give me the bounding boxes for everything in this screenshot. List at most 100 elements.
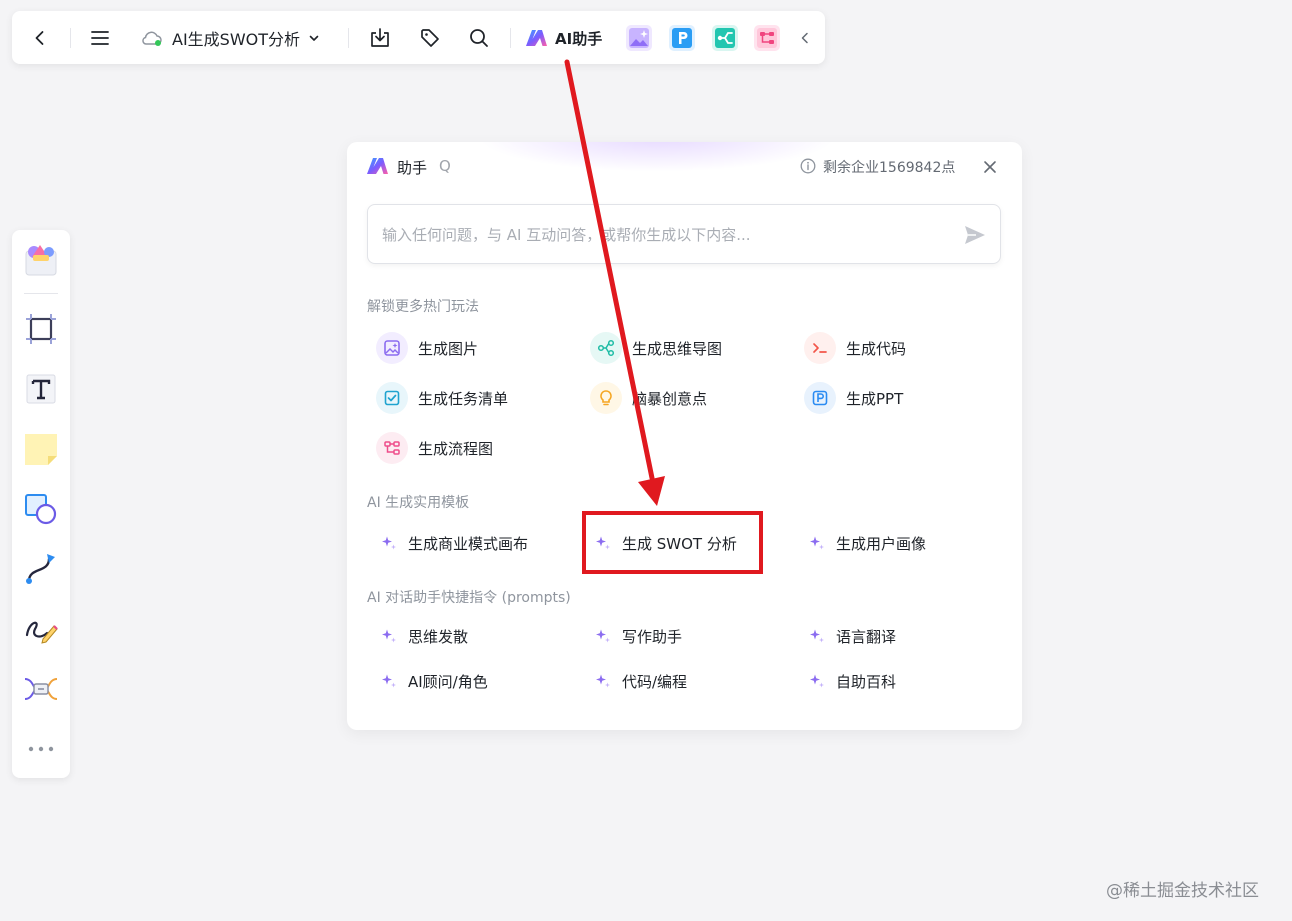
lightbulb-icon: [590, 382, 622, 414]
prompt-label: 代码/编程: [622, 672, 688, 691]
image-app-button[interactable]: [626, 25, 652, 51]
search-button[interactable]: [465, 24, 493, 52]
prompt-ai-advisor[interactable]: AI顾问/角色: [380, 669, 488, 693]
feature-generate-flowchart[interactable]: 生成流程图: [376, 432, 493, 464]
ai-assistant-button[interactable]: AI助手: [525, 24, 602, 52]
header-glow: [477, 142, 837, 172]
section-title-templates: AI 生成实用模板: [367, 495, 470, 511]
tag-icon: [421, 29, 439, 47]
prompt-label: 自助百科: [836, 672, 897, 691]
sparkle-icon: [380, 672, 398, 690]
prompt-label: 写作助手: [622, 627, 683, 646]
feature-label: 生成图片: [418, 339, 479, 358]
panel-title: 助手: [397, 159, 428, 177]
section-title-hot-features: 解锁更多热门玩法: [367, 299, 479, 315]
send-button[interactable]: [962, 222, 988, 248]
template-library-button[interactable]: [22, 240, 60, 278]
sparkle-icon: [594, 534, 612, 552]
sparkle-icon: [594, 627, 612, 645]
mindmap-icon: [590, 332, 622, 364]
download-button[interactable]: [366, 24, 394, 52]
feature-generate-mindmap[interactable]: 生成思维导图: [590, 332, 722, 364]
prompt-encyclopedia[interactable]: 自助百科: [808, 669, 896, 693]
connector-curve-icon: [26, 554, 55, 584]
frame-icon: [26, 314, 56, 344]
sticky-note-icon: [25, 434, 57, 465]
checklist-icon: [376, 382, 408, 414]
top-toolbar: AI生成SWOT分析 AI助手: [12, 11, 825, 64]
chevron-down-icon: [309, 35, 319, 41]
sticky-note-tool-button[interactable]: [22, 430, 60, 468]
divider: [348, 28, 349, 48]
ai-assistant-panel: 助手 Q 剩余企业1569842点 解锁更多热门玩法 生成图片 生成思维导图 生…: [347, 142, 1022, 730]
prompt-writing-assistant[interactable]: 写作助手: [594, 624, 682, 648]
flowchart-app-button[interactable]: [754, 25, 780, 51]
document-title: AI生成SWOT分析: [172, 30, 301, 49]
close-icon: [984, 161, 996, 173]
chevron-left-icon: [35, 31, 44, 45]
feature-brainstorm[interactable]: 脑暴创意点: [590, 382, 707, 414]
feature-generate-image[interactable]: 生成图片: [376, 332, 478, 364]
collapse-apps-button[interactable]: [794, 24, 816, 52]
prompt-divergent-thinking[interactable]: 思维发散: [380, 624, 468, 648]
ppt-app-button[interactable]: [669, 25, 695, 51]
prompt-coding[interactable]: 代码/编程: [594, 669, 687, 693]
template-swot-analysis[interactable]: 生成 SWOT 分析: [594, 531, 737, 555]
feature-label: 生成PPT: [846, 389, 904, 408]
frame-tool-button[interactable]: [22, 310, 60, 348]
feature-generate-tasklist[interactable]: 生成任务清单: [376, 382, 508, 414]
shape-icon: [25, 494, 57, 525]
search-icon: [470, 29, 488, 47]
back-button[interactable]: [26, 24, 54, 52]
divider: [70, 28, 71, 48]
feature-label: 生成任务清单: [418, 389, 509, 408]
close-panel-button[interactable]: [980, 157, 1000, 177]
pen-scribble-icon: [25, 621, 58, 644]
feature-generate-ppt[interactable]: 生成PPT: [804, 382, 903, 414]
cloud-sync-icon: [142, 31, 162, 46]
sparkle-icon: [808, 672, 826, 690]
ppt-icon: [804, 382, 836, 414]
divider: [24, 293, 58, 294]
menu-button[interactable]: [86, 24, 114, 52]
more-tools-button[interactable]: [22, 730, 60, 768]
ai-prompt-box: [367, 204, 1001, 264]
download-icon: [371, 28, 389, 47]
prompt-translation[interactable]: 语言翻译: [808, 624, 896, 648]
sparkle-icon: [594, 672, 612, 690]
template-label: 生成用户画像: [836, 534, 927, 553]
watermark: @稀土掘金技术社区: [1106, 881, 1259, 901]
text-tool-button[interactable]: [22, 370, 60, 408]
ppt-app-icon: [672, 28, 692, 48]
feature-label: 生成流程图: [418, 439, 494, 458]
prompt-label: AI顾问/角色: [408, 672, 488, 691]
divider: [510, 28, 511, 48]
feature-generate-code[interactable]: 生成代码: [804, 332, 906, 364]
menu-icon: [91, 31, 109, 45]
template-label: 生成 SWOT 分析: [622, 534, 737, 553]
template-library-icon: [25, 245, 57, 276]
remaining-points: 剩余企业1569842点: [823, 160, 956, 176]
tag-button[interactable]: [416, 24, 444, 52]
sparkle-icon: [808, 534, 826, 552]
prompt-label: 思维发散: [408, 627, 469, 646]
image-icon: [376, 332, 408, 364]
flowchart-icon: [376, 432, 408, 464]
template-user-persona[interactable]: 生成用户画像: [808, 531, 926, 555]
feature-label: 生成代码: [846, 339, 907, 358]
pen-tool-button[interactable]: [22, 610, 60, 648]
document-title-dropdown[interactable]: AI生成SWOT分析: [140, 24, 320, 52]
sparkle-icon: [808, 627, 826, 645]
template-label: 生成商业模式画布: [408, 534, 529, 553]
feature-label: 脑暴创意点: [632, 389, 708, 408]
mindmap-app-button[interactable]: [712, 25, 738, 51]
ai-prompt-input[interactable]: [382, 223, 942, 247]
template-business-model-canvas[interactable]: 生成商业模式画布: [380, 531, 528, 555]
qa-mode-toggle[interactable]: Q: [439, 157, 451, 175]
mindmap-tool-button[interactable]: [22, 670, 60, 708]
shape-tool-button[interactable]: [22, 490, 60, 528]
mindmap-tool-icon: [24, 678, 58, 700]
connector-tool-button[interactable]: [22, 550, 60, 588]
ai-logo-icon: [526, 30, 547, 46]
left-tool-palette: [12, 230, 70, 778]
